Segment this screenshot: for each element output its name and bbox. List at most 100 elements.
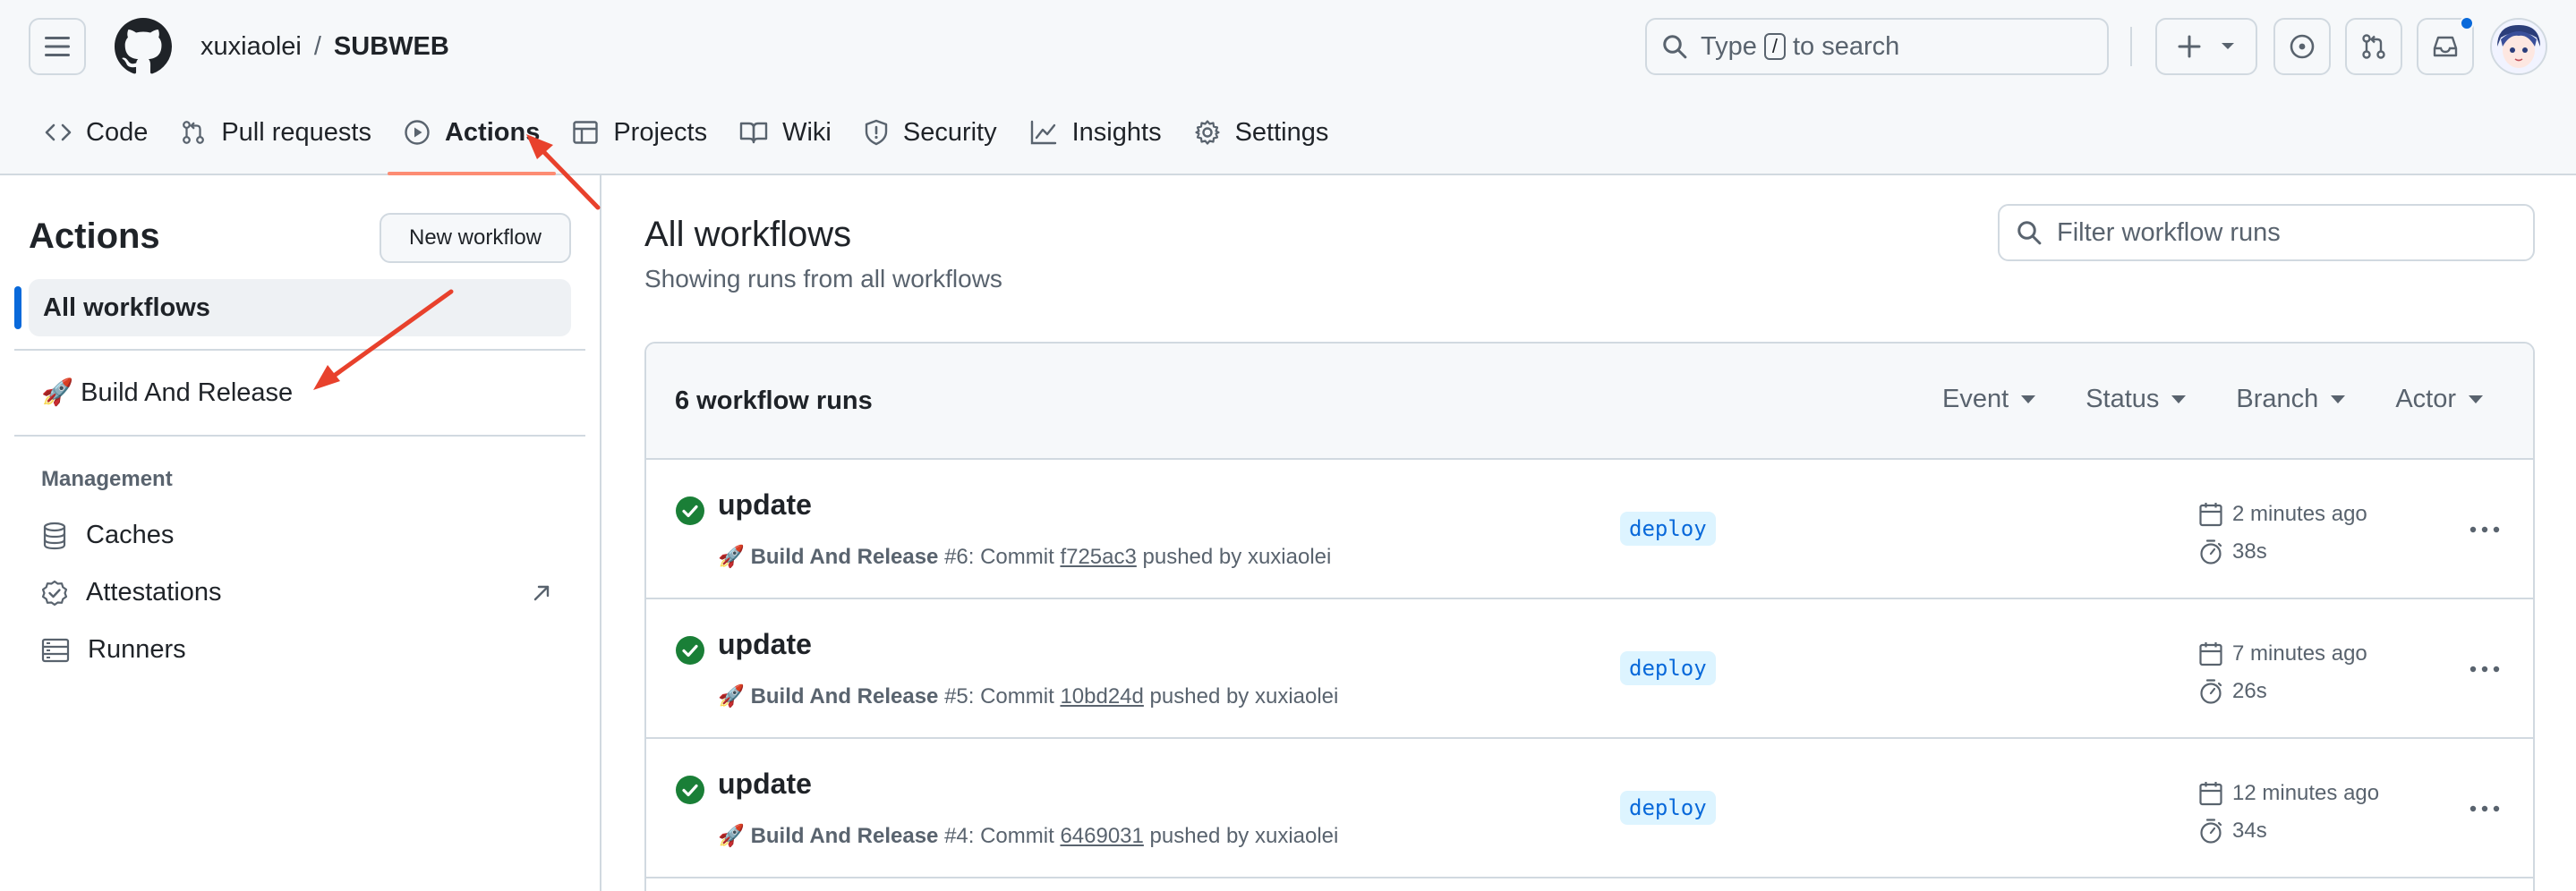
run-title-link[interactable]: update	[718, 488, 812, 522]
inbox-icon	[2433, 36, 2458, 57]
tab-wiki[interactable]: Wiki	[723, 106, 848, 159]
run-workflow-name: Build And Release	[750, 545, 939, 569]
run-time-ago: 7 minutes ago	[2232, 641, 2367, 666]
external-link-icon	[533, 585, 550, 601]
commit-sha-link[interactable]: f725ac3	[1060, 545, 1136, 569]
tab-security[interactable]: Security	[848, 106, 1013, 159]
sidebar-item-label: 🚀 Build And Release	[41, 378, 294, 407]
repo-path: xuxiaolei / SUBWEB	[200, 28, 449, 65]
status-filter-dropdown[interactable]: Status	[2086, 385, 2187, 414]
run-duration-value: 38s	[2232, 539, 2267, 564]
run-duration: 26s	[2198, 678, 2267, 705]
run-filters: Event Status Branch Actor	[1892, 385, 2483, 414]
create-new-button[interactable]	[2155, 18, 2257, 75]
repo-name-link[interactable]: SUBWEB	[334, 32, 449, 61]
sidebar-divider	[14, 435, 585, 437]
run-title-link[interactable]: update	[718, 628, 812, 661]
caret-down-icon	[2331, 395, 2346, 403]
sidebar-title: Actions	[29, 216, 160, 256]
run-pushed-by: pushed by xuxiaolei	[1149, 824, 1339, 848]
gear-icon	[1194, 120, 1220, 145]
tab-security-label: Security	[902, 117, 997, 147]
sidebar-item-caches[interactable]: Caches	[41, 521, 174, 550]
tab-pull-requests[interactable]: Pull requests	[164, 106, 388, 159]
run-number: #6: Commit	[944, 545, 1054, 569]
event-filter-dropdown[interactable]: Event	[1942, 385, 2036, 414]
caret-down-icon	[2469, 395, 2483, 403]
notification-indicator	[2460, 16, 2474, 30]
commit-sha-link[interactable]: 10bd24d	[1060, 684, 1143, 709]
run-number: #5: Commit	[944, 684, 1054, 709]
sidebar-item-runners[interactable]: Runners	[41, 635, 186, 665]
table-row[interactable]: update 🚀 Build And Release #5: Commit 10…	[646, 599, 2533, 739]
runs-count: 6 workflow runs	[675, 386, 873, 415]
sidebar-item-all-workflows[interactable]: All workflows	[29, 279, 571, 336]
hamburger-icon	[45, 37, 70, 56]
tab-settings[interactable]: Settings	[1178, 106, 1345, 159]
calendar-icon	[2199, 782, 2222, 806]
search-icon	[1663, 35, 1687, 59]
sidebar-item-build-and-release[interactable]: 🚀 Build And Release	[41, 378, 293, 408]
run-duration-value: 34s	[2232, 819, 2267, 843]
branch-label[interactable]: deploy	[1620, 512, 1716, 546]
branch-label[interactable]: deploy	[1620, 651, 1716, 685]
kebab-horizontal-icon	[2469, 526, 2500, 533]
check-circle-fill-icon	[676, 776, 704, 804]
avatar[interactable]	[2490, 18, 2547, 75]
run-workflow-name: Build And Release	[750, 824, 939, 848]
filter-workflow-runs-input[interactable]: Filter workflow runs	[1998, 204, 2535, 261]
branch-filter-dropdown[interactable]: Branch	[2236, 385, 2346, 414]
tab-pull-requests-label: Pull requests	[221, 117, 371, 147]
filter-label: Status	[2086, 385, 2160, 413]
rocket-emoji: 🚀	[718, 684, 745, 709]
run-menu-button[interactable]	[2463, 513, 2506, 546]
run-menu-button[interactable]	[2463, 793, 2506, 825]
tab-actions[interactable]: Actions	[387, 106, 557, 175]
run-meta: 🚀 Build And Release #6: Commit f725ac3 p…	[718, 544, 1331, 570]
run-meta: 🚀 Build And Release #4: Commit 6469031 p…	[718, 823, 1338, 849]
run-timestamp: 12 minutes ago	[2198, 780, 2379, 807]
sidebar-item-label: All workflows	[43, 293, 210, 322]
sidebar-item-attestations[interactable]: Attestations	[41, 578, 222, 607]
github-logo-icon[interactable]	[115, 18, 172, 75]
tab-code-label: Code	[86, 117, 149, 147]
pull-requests-button[interactable]	[2345, 18, 2402, 75]
sidebar-item-label: Attestations	[86, 578, 222, 607]
tab-projects[interactable]: Projects	[556, 106, 723, 159]
sidebar-item-label: Caches	[86, 521, 175, 549]
sidebar-divider	[14, 349, 585, 351]
check-circle-fill-icon	[676, 636, 704, 665]
tab-insights[interactable]: Insights	[1013, 106, 1178, 159]
selected-indicator	[14, 286, 21, 329]
search-icon	[2017, 221, 2042, 245]
play-icon	[405, 120, 430, 145]
top-bar: xuxiaolei / SUBWEB Type / to search	[0, 0, 2576, 93]
tab-wiki-label: Wiki	[782, 117, 832, 147]
check-circle-fill-icon	[676, 496, 704, 525]
runs-list-header: 6 workflow runs Event Status Branch Acto…	[646, 344, 2533, 460]
verified-icon	[41, 580, 68, 606]
run-menu-button[interactable]	[2463, 653, 2506, 685]
repo-tabs: Code Pull requests Actions Projects Wiki…	[29, 106, 1345, 175]
repo-owner-link[interactable]: xuxiaolei	[200, 32, 302, 61]
branch-label[interactable]: deploy	[1620, 791, 1716, 825]
chevron-down-icon	[2222, 43, 2235, 49]
issue-opened-icon	[2290, 34, 2315, 59]
commit-sha-link[interactable]: 6469031	[1060, 824, 1143, 848]
git-pull-request-icon	[2362, 34, 2385, 59]
stopwatch-icon	[2200, 679, 2222, 704]
table-row[interactable]: update 🚀 Build And Release #6: Commit f7…	[646, 460, 2533, 599]
actions-sidebar: Actions New workflow All workflows 🚀 Bui…	[0, 175, 601, 891]
table-row[interactable]: update 🚀 Build And Release #4: Commit 64…	[646, 739, 2533, 878]
global-search-input[interactable]: Type / to search	[1645, 18, 2109, 75]
stopwatch-icon	[2200, 539, 2222, 564]
tab-code[interactable]: Code	[29, 106, 164, 159]
new-workflow-button[interactable]: New workflow	[380, 213, 571, 263]
calendar-icon	[2199, 642, 2222, 666]
rocket-emoji: 🚀	[718, 824, 745, 848]
issues-button[interactable]	[2273, 18, 2331, 75]
menu-button[interactable]	[29, 18, 86, 75]
run-title-link[interactable]: update	[718, 768, 812, 801]
actor-filter-dropdown[interactable]: Actor	[2395, 385, 2483, 414]
run-timestamp: 2 minutes ago	[2198, 501, 2367, 528]
